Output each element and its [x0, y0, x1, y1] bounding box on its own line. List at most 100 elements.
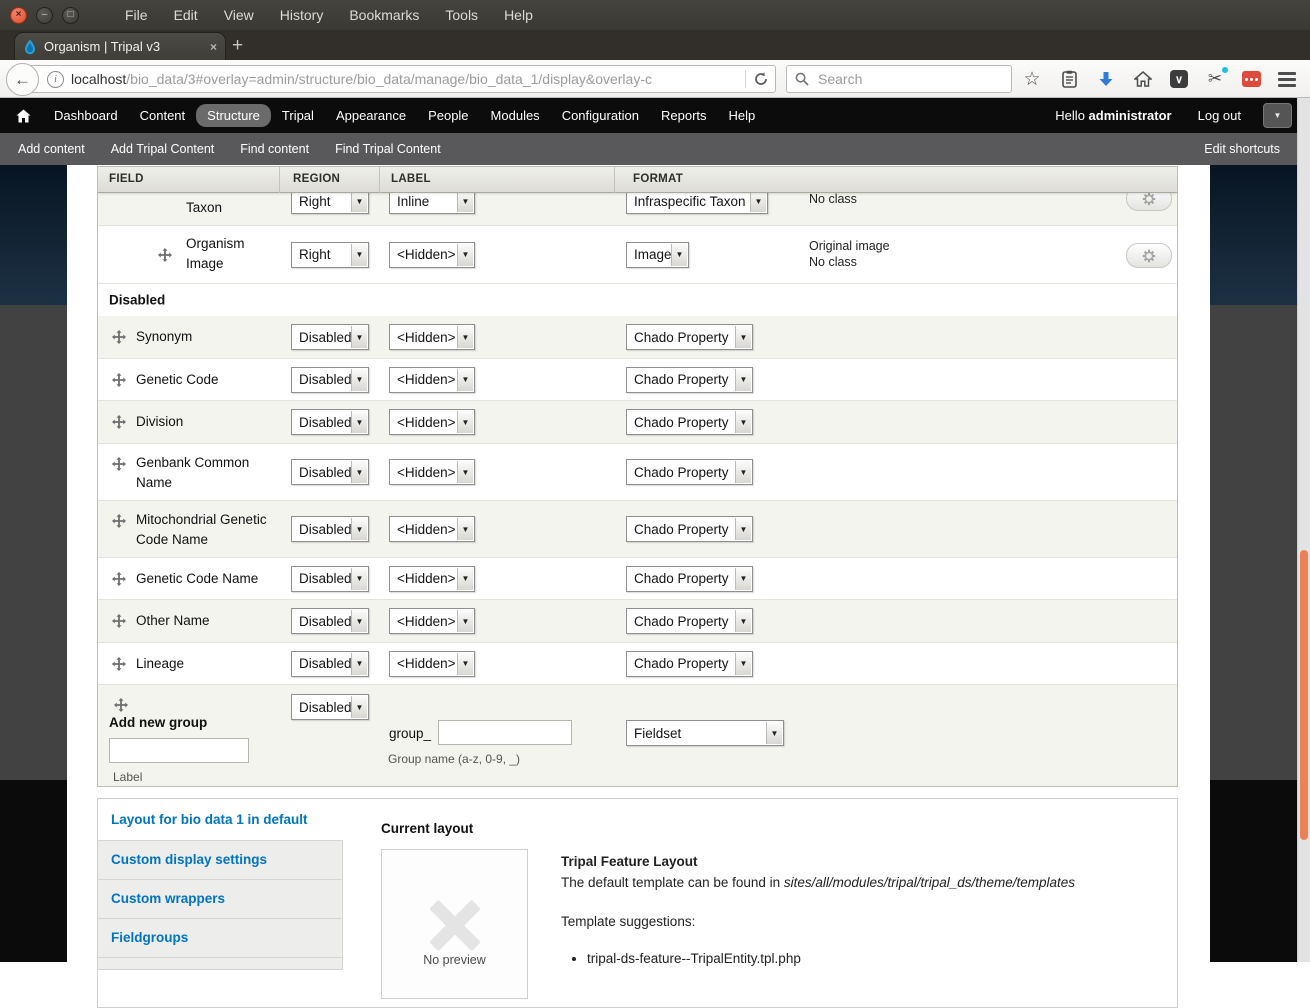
tab-custom-display-settings[interactable]: Custom display settings — [98, 841, 343, 880]
toolbar-item-appearance[interactable]: Appearance — [325, 104, 417, 127]
region-select[interactable]: Disabled▼ — [291, 367, 369, 393]
home-icon[interactable] — [1133, 69, 1153, 89]
password-extension-icon[interactable] — [1242, 71, 1261, 87]
drag-handle-icon[interactable] — [112, 457, 126, 471]
menu-help[interactable]: Help — [504, 7, 533, 23]
site-info-icon[interactable]: i — [47, 71, 64, 88]
bookmark-star-icon[interactable]: ☆ — [1022, 69, 1042, 89]
toolbar-item-content[interactable]: Content — [129, 104, 197, 127]
region-select[interactable]: Disabled▼ — [291, 459, 369, 485]
settings-gear-button[interactable] — [1126, 243, 1172, 268]
toolbar-item-modules[interactable]: Modules — [480, 104, 551, 127]
tab-layout-default[interactable]: Layout for bio data 1 in default — [98, 799, 343, 841]
format-select[interactable]: Chado Property▼ — [626, 324, 753, 350]
drag-handle-icon[interactable] — [112, 373, 126, 387]
region-select[interactable]: Disabled▼ — [291, 651, 369, 677]
screenshot-scissors-icon[interactable]: ✂ — [1205, 69, 1225, 89]
drag-handle-icon[interactable] — [114, 698, 128, 712]
toolbar-home-icon[interactable] — [16, 109, 31, 123]
toolbar-item-help[interactable]: Help — [718, 104, 767, 127]
tab-fieldgroups[interactable]: Fieldgroups — [98, 919, 343, 958]
drag-handle-icon[interactable] — [112, 657, 126, 671]
drag-handle-icon[interactable] — [112, 614, 126, 628]
region-select[interactable]: Disabled▼ — [291, 516, 369, 542]
region-select[interactable]: Right▼ — [291, 193, 369, 214]
toolbar-item-people[interactable]: People — [417, 104, 479, 127]
toolbar-item-configuration[interactable]: Configuration — [551, 104, 650, 127]
shortcut-find-content[interactable]: Find content — [240, 142, 309, 156]
search-input[interactable] — [816, 70, 990, 88]
menu-edit[interactable]: Edit — [174, 7, 198, 23]
group-machine-name-input[interactable] — [438, 720, 572, 745]
format-select[interactable]: Chado Property▼ — [626, 459, 753, 485]
label-select[interactable]: <Hidden>▼ — [389, 459, 475, 485]
new-tab-button[interactable]: + — [232, 34, 243, 58]
format-select[interactable]: Chado Property▼ — [626, 409, 753, 435]
toolbar-item-dashboard[interactable]: Dashboard — [43, 104, 129, 127]
group-format-select[interactable]: Fieldset▼ — [626, 720, 784, 746]
shortcut-add-content[interactable]: Add content — [18, 142, 85, 156]
format-select[interactable]: Image▼ — [626, 242, 689, 268]
label-select[interactable]: <Hidden>▼ — [389, 651, 475, 677]
label-select[interactable]: <Hidden>▼ — [389, 367, 475, 393]
format-select[interactable]: Chado Property▼ — [626, 608, 753, 634]
drag-handle-icon[interactable] — [112, 415, 126, 429]
search-bar[interactable] — [786, 65, 1012, 93]
reload-button[interactable] — [754, 72, 768, 86]
menu-history[interactable]: History — [280, 7, 324, 23]
toolbar-item-structure[interactable]: Structure — [196, 104, 271, 127]
format-select[interactable]: Chado Property▼ — [626, 566, 753, 592]
menu-bookmarks[interactable]: Bookmarks — [349, 7, 419, 23]
region-select[interactable]: Disabled▼ — [291, 324, 369, 350]
back-button[interactable]: ← — [6, 63, 39, 96]
reading-list-icon[interactable] — [1059, 69, 1079, 89]
format-settings-summary: No class — [809, 193, 857, 207]
label-select[interactable]: <Hidden>▼ — [389, 409, 475, 435]
menu-view[interactable]: View — [224, 7, 254, 23]
drag-handle-icon[interactable] — [112, 572, 126, 586]
region-select[interactable]: Disabled▼ — [291, 694, 369, 720]
tab-close-icon[interactable]: × — [210, 40, 217, 54]
label-select[interactable]: <Hidden>▼ — [389, 242, 475, 268]
drag-handle-icon[interactable] — [112, 330, 126, 344]
region-select[interactable]: Disabled▼ — [291, 608, 369, 634]
shortcut-find-tripal-content[interactable]: Find Tripal Content — [335, 142, 441, 156]
pocket-icon[interactable]: ∨ — [1170, 70, 1188, 88]
browser-tab[interactable]: Organism | Tripal v3 × — [14, 32, 226, 60]
format-select[interactable]: Chado Property▼ — [626, 516, 753, 542]
window-close-icon[interactable]: × — [10, 7, 27, 24]
group-label-input[interactable] — [109, 738, 249, 763]
tab-custom-wrappers[interactable]: Custom wrappers — [98, 880, 343, 919]
region-select[interactable]: Disabled▼ — [291, 409, 369, 435]
select-arrow-icon: ▼ — [735, 653, 751, 675]
url-bar[interactable]: i localhost /bio_data/3#overlay=admin/st… — [24, 65, 776, 93]
format-select[interactable]: Chado Property▼ — [626, 651, 753, 677]
toolbar-item-tripal[interactable]: Tripal — [271, 104, 325, 127]
logout-link[interactable]: Log out — [1198, 108, 1241, 123]
format-select[interactable]: Infraspecific Taxon▼ — [626, 193, 768, 214]
region-select[interactable]: Disabled▼ — [291, 566, 369, 592]
format-select[interactable]: Chado Property▼ — [626, 367, 753, 393]
menu-file[interactable]: File — [125, 7, 148, 23]
region-select[interactable]: Right▼ — [291, 242, 369, 268]
label-select[interactable]: <Hidden>▼ — [389, 566, 475, 592]
window-minimize-icon[interactable]: – — [36, 7, 53, 24]
edit-shortcuts-link[interactable]: Edit shortcuts — [1204, 142, 1280, 156]
menu-hamburger-icon[interactable] — [1278, 72, 1296, 87]
label-select[interactable]: Inline▼ — [389, 193, 475, 214]
label-select[interactable]: <Hidden>▼ — [389, 608, 475, 634]
settings-gear-button[interactable] — [1126, 193, 1172, 211]
drag-handle-icon[interactable] — [158, 248, 172, 262]
window-maximize-icon[interactable]: □ — [62, 7, 79, 24]
browser-scrollbar-thumb[interactable] — [1300, 550, 1308, 840]
toolbar-toggle-button[interactable]: ▼ — [1263, 103, 1292, 128]
label-select[interactable]: <Hidden>▼ — [389, 516, 475, 542]
shortcut-add-tripal-content[interactable]: Add Tripal Content — [111, 142, 215, 156]
page-backdrop-left — [0, 165, 67, 962]
downloads-icon[interactable] — [1096, 69, 1116, 89]
menu-tools[interactable]: Tools — [445, 7, 478, 23]
toolbar-item-reports[interactable]: Reports — [650, 104, 718, 127]
label-select[interactable]: <Hidden>▼ — [389, 324, 475, 350]
tab-partial[interactable] — [98, 958, 343, 970]
drag-handle-icon[interactable] — [112, 514, 126, 528]
